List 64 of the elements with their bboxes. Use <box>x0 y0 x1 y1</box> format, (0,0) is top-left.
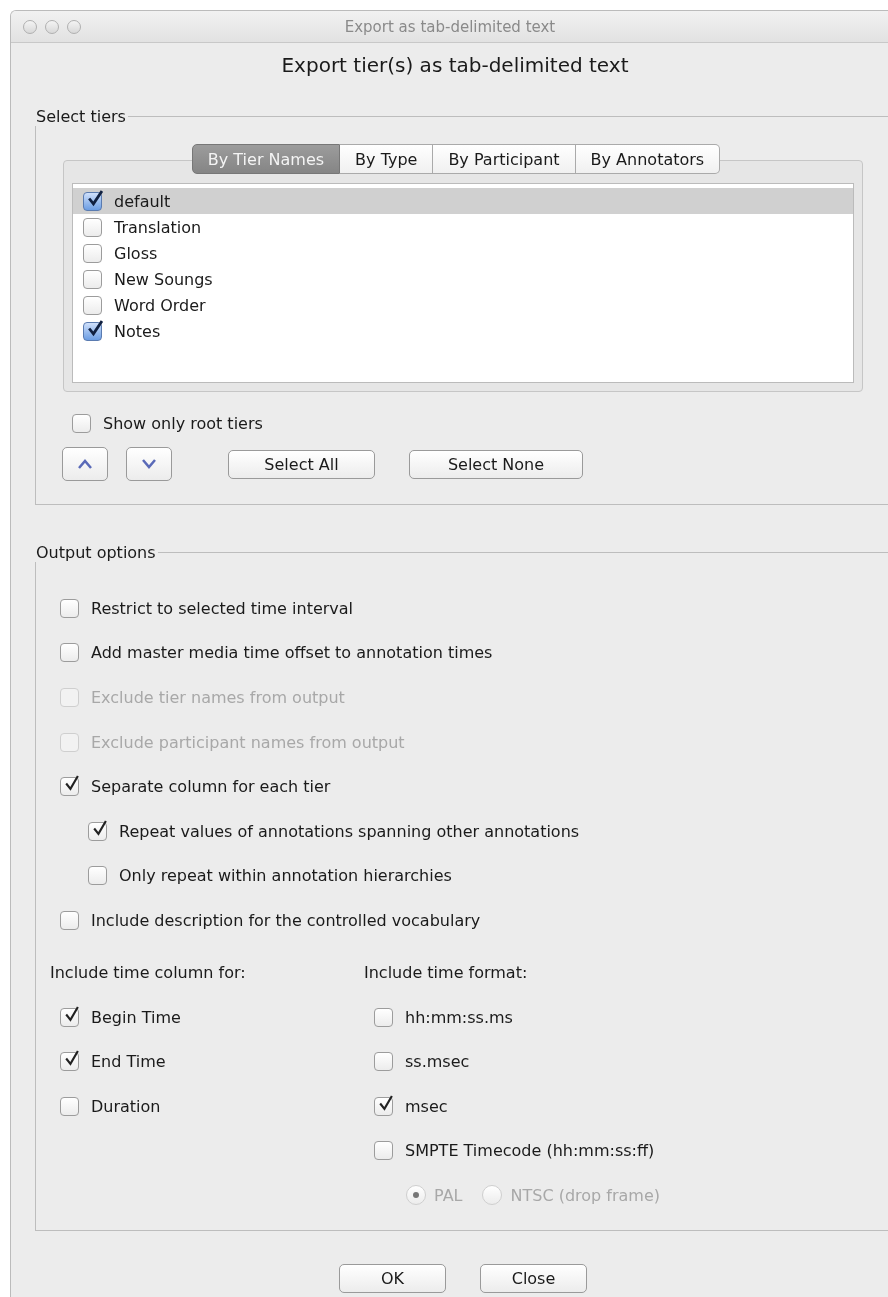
checkbox[interactable] <box>374 1007 393 1027</box>
checkbox-label: Duration <box>91 1096 161 1116</box>
move-up-button[interactable] <box>62 447 108 481</box>
checkbox[interactable] <box>374 1141 393 1161</box>
tab[interactable]: By Participant <box>433 144 576 174</box>
checkbox-label: Include description for the controlled vocabulary <box>91 910 481 930</box>
checkbox[interactable] <box>88 866 107 886</box>
tier-list-item[interactable]: Translation <box>73 214 853 240</box>
checkbox-label: Add master media time offset to annotation times <box>91 643 493 663</box>
checkbox-label: hh:mm:ss.ms <box>405 1007 513 1027</box>
checkbox[interactable] <box>83 243 102 263</box>
checkbox-label: Exclude participant names from output <box>91 732 405 752</box>
tab[interactable]: By Annotators <box>575 144 721 174</box>
checkbox-label: msec <box>405 1096 448 1116</box>
checkbox[interactable] <box>60 1007 79 1027</box>
tier-list-item[interactable]: Gloss <box>73 240 853 266</box>
checkbox[interactable] <box>60 1052 79 1072</box>
close-icon[interactable] <box>23 19 37 34</box>
checkbox[interactable] <box>72 413 91 433</box>
checkbox-label: End Time <box>91 1052 166 1072</box>
radio-label: PAL <box>434 1185 463 1205</box>
select-all-button[interactable]: Select All <box>228 449 375 479</box>
checkbox-label: ss.msec <box>405 1052 470 1072</box>
checkbox[interactable] <box>60 1096 79 1116</box>
section-label: Include time column for: <box>50 963 246 983</box>
checkbox-label: Repeat values of annotations spanning other annotations <box>119 821 580 841</box>
select-none-button[interactable]: Select None <box>409 449 583 479</box>
group-legend: Output options <box>34 543 158 562</box>
checkbox-label: SMPTE Timecode (hh:mm:ss:ff) <box>405 1141 655 1161</box>
move-down-button[interactable] <box>126 447 172 481</box>
checkbox-label: Show only root tiers <box>103 413 263 433</box>
checkbox[interactable] <box>83 269 102 289</box>
checkbox[interactable] <box>88 821 107 841</box>
checkbox-label: Separate column for each tier <box>91 777 331 797</box>
checkbox[interactable] <box>60 643 79 663</box>
section-label: Include time format: <box>364 963 528 983</box>
checkbox-label: Begin Time <box>91 1007 181 1027</box>
checkbox[interactable] <box>60 777 79 797</box>
checkbox[interactable] <box>374 1096 393 1116</box>
tier-list-item[interactable]: default <box>73 188 853 214</box>
checkbox[interactable] <box>60 598 79 618</box>
radio-label: NTSC (drop frame) <box>510 1185 660 1205</box>
dialog-heading: Export tier(s) as tab-delimited text <box>281 53 629 77</box>
chevron-up-icon <box>77 458 93 470</box>
minimize-icon[interactable] <box>45 19 59 34</box>
tier-list-item[interactable]: New Soungs <box>73 266 853 292</box>
checkbox-label: Restrict to selected time interval <box>91 598 354 618</box>
checkbox-label: Only repeat within annotation hierarchies <box>119 866 452 886</box>
checkbox[interactable] <box>83 295 102 315</box>
checkbox[interactable] <box>374 1052 393 1072</box>
ok-button[interactable]: OK <box>339 1264 446 1293</box>
chevron-down-icon <box>141 458 157 470</box>
close-button[interactable]: Close <box>480 1264 587 1293</box>
checkbox[interactable] <box>83 191 102 211</box>
group-legend: Select tiers <box>34 107 128 126</box>
checkbox[interactable] <box>83 321 102 341</box>
tab[interactable]: By Type <box>340 144 434 174</box>
tier-list-item[interactable]: Word Order <box>73 292 853 318</box>
checkbox[interactable] <box>83 217 102 237</box>
checkbox-label: Exclude tier names from output <box>91 688 345 707</box>
checkbox[interactable] <box>60 910 79 930</box>
zoom-icon[interactable] <box>67 19 81 34</box>
tier-list-item[interactable]: Notes <box>73 318 853 344</box>
window-title: Export as tab-delimited text <box>344 17 556 36</box>
